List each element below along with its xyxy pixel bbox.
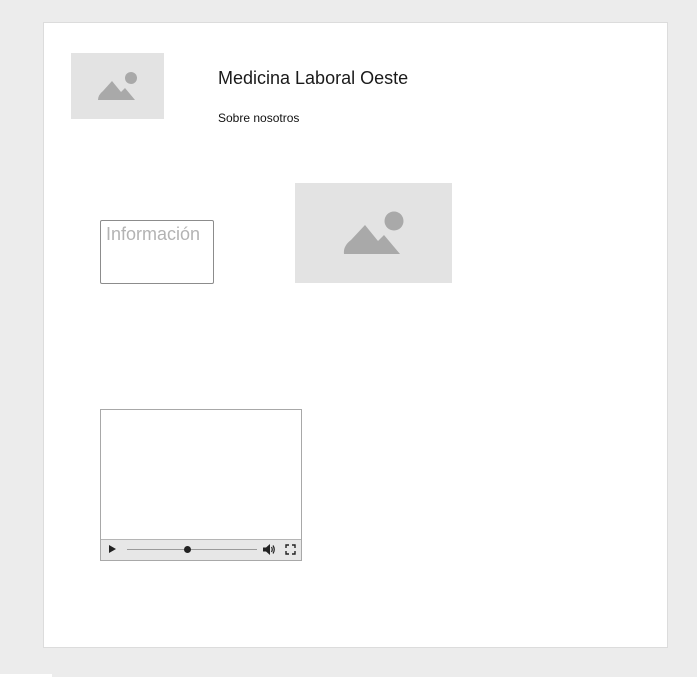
info-button-label: Información — [106, 224, 201, 244]
video-player[interactable] — [100, 409, 302, 561]
hero-image — [295, 183, 452, 283]
page-card: Medicina Laboral Oeste Sobre nosotros In… — [43, 22, 668, 648]
site-title: Medicina Laboral Oeste — [218, 68, 409, 88]
logo-image — [71, 53, 164, 119]
nav-link-sobre-nosotros[interactable]: Sobre nosotros — [218, 111, 299, 125]
video-controls — [101, 539, 301, 560]
image-placeholder-icon — [97, 72, 137, 100]
image-placeholder-icon — [343, 211, 403, 254]
fullscreen-icon[interactable] — [285, 544, 296, 555]
volume-icon[interactable] — [262, 543, 276, 556]
video-progress-track[interactable] — [127, 546, 257, 553]
info-button[interactable]: Información — [100, 220, 214, 284]
video-progress-knob[interactable] — [183, 546, 191, 553]
play-icon[interactable] — [109, 545, 116, 553]
